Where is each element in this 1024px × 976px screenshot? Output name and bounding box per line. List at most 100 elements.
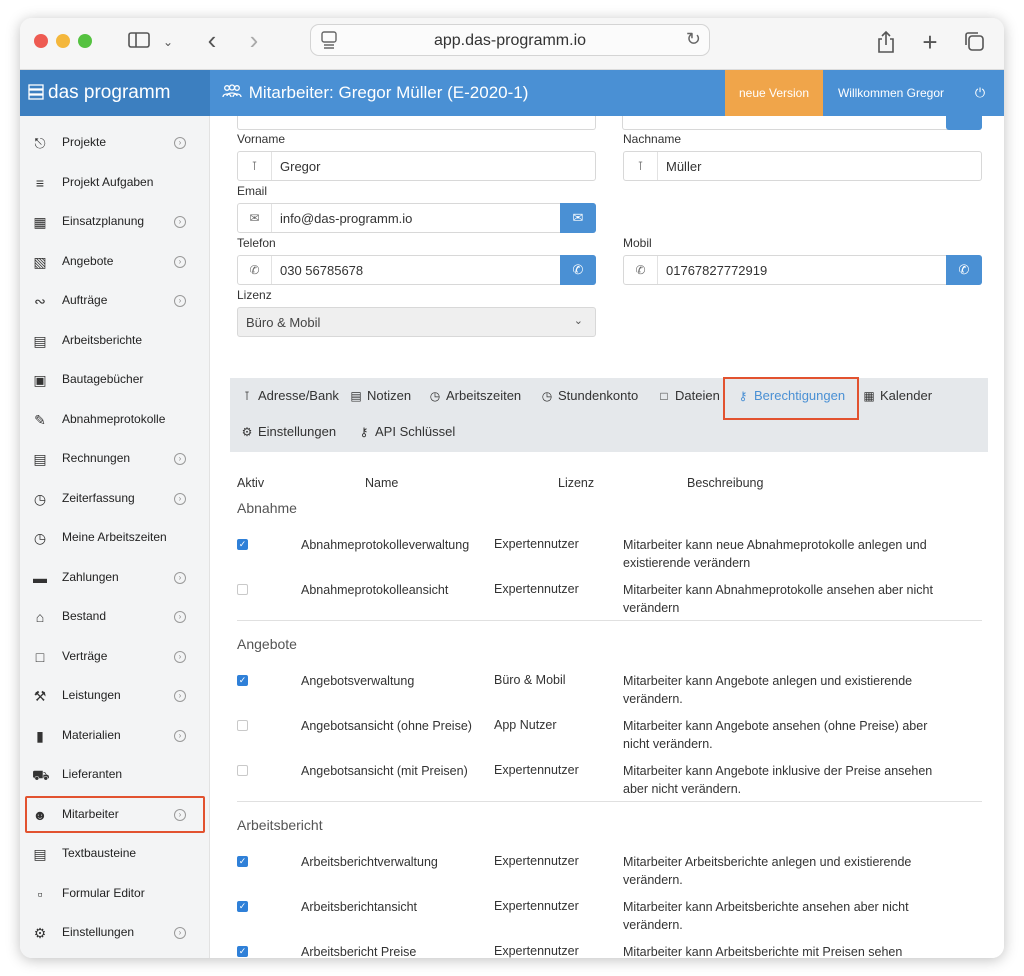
sidebar-item-einstellungen[interactable]: ⚙ Einstellungen › (20, 914, 210, 952)
tab-overview-icon[interactable] (962, 30, 986, 54)
permission-checkbox[interactable]: ✓ (237, 675, 248, 686)
sidebar-item-label: Textbausteine (62, 846, 137, 860)
new-version-button[interactable]: neue Version (725, 70, 823, 116)
users-icon (222, 72, 244, 118)
permission-description: Mitarbeiter Arbeitsberichte anlegen und … (623, 855, 912, 887)
phone-icon: ✆ (624, 256, 658, 284)
power-icon[interactable]: ⏻ (964, 70, 996, 116)
sidebar-item-zeiterfassung[interactable]: ◷ Zeiterfassung › (20, 480, 210, 518)
sidebar-item-zahlungen[interactable]: ▬ Zahlungen › (20, 559, 210, 597)
sidebar-toggle-icon[interactable] (126, 30, 152, 54)
forward-icon[interactable]: › (244, 27, 264, 54)
permission-checkbox[interactable]: ✓ (237, 856, 248, 867)
call-mobil-button[interactable]: ✆ (946, 255, 982, 285)
chevron-right-icon[interactable]: › (174, 611, 186, 623)
section-divider (237, 620, 982, 621)
sidebar-item-label: Formular Editor (62, 885, 145, 900)
call-telefon-button[interactable]: ✆ (560, 255, 596, 285)
tab-dateien[interactable]: □ Dateien (657, 388, 719, 403)
sidebar-item-projekte[interactable]: ⎋ Projekte › (20, 124, 210, 162)
chevron-right-icon[interactable]: › (174, 927, 186, 939)
scrolled-field (622, 116, 982, 130)
sidebar-item-lieferanten[interactable]: ⛟ Lieferanten (20, 756, 210, 794)
lizenz-select[interactable]: Büro & Mobil ⌄ (237, 307, 596, 337)
permission-checkbox[interactable] (237, 765, 248, 776)
warehouse-icon: ⌂ (35, 609, 45, 625)
lizenz-value: Büro & Mobil (246, 315, 321, 330)
permission-checkbox[interactable]: ✓ (237, 539, 248, 550)
sidebar-item-textbausteine[interactable]: ▤ Textbausteine (20, 835, 210, 873)
mobil-value: 01767827772919 (666, 263, 768, 278)
chevron-right-icon[interactable]: › (174, 295, 186, 307)
chevron-right-icon[interactable]: › (174, 729, 186, 742)
sidebar-item-label: Projekte (62, 135, 107, 149)
chevron-right-icon[interactable]: › (174, 255, 186, 268)
sidebar-item-projekt-aufgaben[interactable]: ≡ Projekt Aufgaben (20, 164, 210, 202)
scrolled-field-button[interactable] (946, 116, 982, 130)
permission-checkbox[interactable] (237, 720, 248, 731)
brand-logo[interactable]: das programm (20, 70, 210, 116)
reload-icon[interactable]: ↻ (686, 29, 701, 50)
sidebar-item-materialien[interactable]: ▮ Materialien › (20, 717, 210, 755)
address-bar[interactable]: app.das-programm.io ↻ (310, 24, 710, 56)
send-email-button[interactable]: ✉ (560, 203, 596, 233)
app-header: das programm Mitarbeiter: Gregor Müller … (20, 70, 1004, 116)
nachname-field[interactable]: ⊺ Müller (623, 151, 982, 181)
welcome-user-menu[interactable]: Willkommen Gregor (834, 70, 948, 116)
sidebar-item-bautagebücher[interactable]: ▣ Bautagebücher (20, 361, 210, 399)
brand-name: das programm (48, 82, 171, 103)
tab-arbeitszeiten[interactable]: ◷ Arbeitszeiten (428, 388, 521, 403)
permission-description: Mitarbeiter kann Angebote inklusive der … (623, 764, 933, 796)
new-tab-icon[interactable]: + (918, 29, 942, 55)
chevron-right-icon[interactable]: › (174, 690, 186, 702)
sidebar-item-arbeitsberichte[interactable]: ▤ Arbeitsberichte (20, 322, 210, 360)
permission-checkbox[interactable]: ✓ (237, 901, 248, 912)
sidebar-item-abnahmeprotokolle[interactable]: ✎ Abnahmeprotokolle (20, 401, 210, 439)
tab-adresse-bank[interactable]: ⊺ Adresse/Bank (240, 388, 339, 403)
note-icon: ▤ (350, 389, 362, 403)
mobil-field[interactable]: ✆ 01767827772919 ✆ (623, 255, 982, 285)
tab-einstellungen[interactable]: ⚙ Einstellungen (240, 424, 336, 439)
sidebar-item-leistungen[interactable]: ⚒ Leistungen › (20, 677, 210, 715)
chevron-right-icon[interactable]: › (174, 492, 186, 505)
close-window-button[interactable] (34, 34, 48, 48)
permission-license: Expertennutzer (494, 537, 579, 551)
permission-checkbox[interactable] (237, 584, 248, 595)
tab-stundenkonto[interactable]: ◷ Stundenkonto (540, 388, 638, 403)
sidebar-item-rechnungen[interactable]: ▤ Rechnungen › (20, 440, 210, 478)
sidebar-item-verträge[interactable]: □ Verträge › (20, 638, 210, 676)
tab-label: Adresse/Bank (258, 388, 339, 403)
vorname-field[interactable]: ⊺ Gregor (237, 151, 596, 181)
sidebar-item-meine-arbeitszeiten[interactable]: ◷ Meine Arbeitszeiten (20, 519, 210, 557)
chevron-right-icon[interactable]: › (174, 137, 186, 149)
tab-kalender[interactable]: ▦ Kalender (862, 388, 932, 403)
chevron-right-icon[interactable]: › (174, 650, 186, 663)
sidebar-item-angebote[interactable]: ▧ Angebote › (20, 243, 210, 281)
maximize-window-button[interactable] (78, 34, 92, 48)
tab-notizen[interactable]: ▤ Notizen (349, 388, 411, 403)
email-field[interactable]: ✉ info@das-programm.io ✉ (237, 203, 596, 233)
sidebar-item-label: Zeiterfassung (62, 490, 135, 505)
chevron-right-icon[interactable]: › (174, 216, 186, 228)
back-icon[interactable]: ‹ (202, 27, 222, 54)
page-title-text: Mitarbeiter: Gregor Müller (E-2020-1) (248, 83, 529, 102)
chevron-right-icon[interactable]: › (174, 571, 186, 584)
sidebar-item-einsatzplanung[interactable]: ▦ Einsatzplanung › (20, 203, 210, 241)
share-icon[interactable] (874, 30, 898, 54)
minimize-window-button[interactable] (56, 34, 70, 48)
sidebar-item-bestand[interactable]: ⌂ Bestand › (20, 598, 210, 636)
sidebar-item-aufträge[interactable]: ∾ Aufträge › (20, 282, 210, 320)
lizenz-label: Lizenz (237, 288, 272, 302)
permission-checkbox[interactable]: ✓ (237, 946, 248, 957)
chevron-right-icon[interactable]: › (174, 453, 186, 465)
page-title: Mitarbeiter: Gregor Müller (E-2020-1) (222, 70, 528, 116)
chevron-down-icon: ⌄ (573, 315, 583, 327)
sidebar-item-formular-editor[interactable]: ▫ Formular Editor (20, 875, 210, 913)
tab-bar: ⊺ Adresse/Bank ▤ Notizen ◷ Arbeitszeiten ◷ Stun… (230, 378, 988, 452)
invoice-icon: ▤ (33, 451, 47, 467)
chevron-down-icon[interactable]: ⌄ (160, 30, 176, 54)
tab-api-schlüssel[interactable]: ⚷ API Schlüssel (357, 424, 456, 439)
vorname-label: Vorname (237, 132, 286, 146)
telefon-field[interactable]: ✆ 030 56785678 ✆ (237, 255, 596, 285)
tab-label: Stundenkonto (558, 388, 639, 403)
